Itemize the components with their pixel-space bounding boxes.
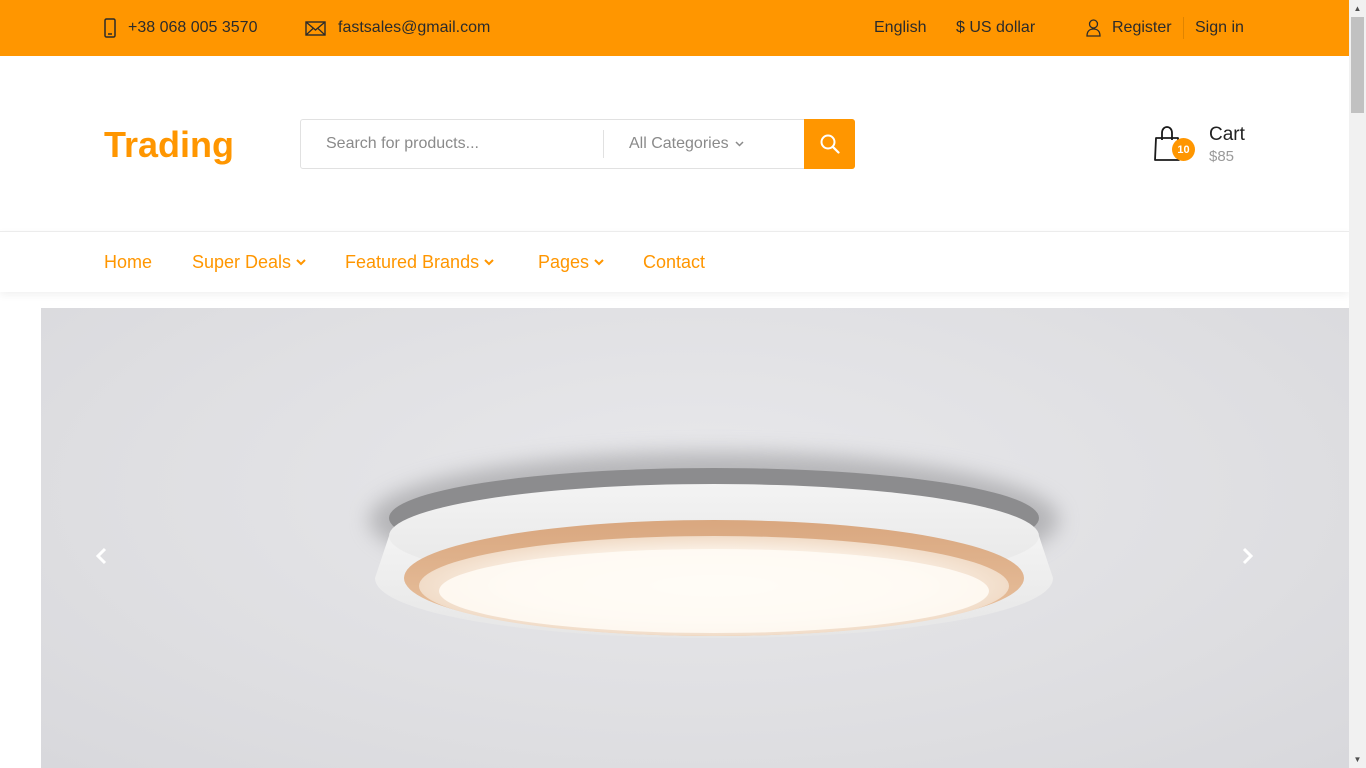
search-button[interactable] [804, 119, 855, 169]
currency-selector[interactable]: $ US dollar [956, 0, 1035, 56]
email-contact[interactable]: fastsales@gmail.com [305, 0, 490, 56]
language-selector[interactable]: English [874, 0, 926, 56]
top-bar: +38 068 005 3570 fastsales@gmail.com Eng… [0, 0, 1349, 56]
phone-number: +38 068 005 3570 [128, 19, 258, 36]
phone-contact[interactable]: +38 068 005 3570 [104, 0, 257, 56]
nav-item-label: Home [104, 251, 153, 272]
sign-in-link[interactable]: Sign in [1195, 0, 1244, 56]
slider-prev-button[interactable] [89, 544, 113, 568]
ceiling-lamp-photo [369, 452, 1059, 638]
nav-item-label: Super Deals [192, 251, 292, 272]
chevron-down-icon [296, 258, 306, 265]
nav-item-pages[interactable]: Pages [538, 232, 604, 292]
cart-widget[interactable]: 10 Cart $85 [1152, 122, 1247, 167]
register-link[interactable]: Register [1086, 0, 1172, 56]
nav-item-label: Pages [538, 251, 590, 272]
category-select-label: All Categories [629, 135, 729, 152]
search-bar: All Categories [300, 119, 855, 169]
scroll-down-arrow-icon[interactable]: ▼ [1349, 751, 1366, 768]
page-scrollbar[interactable]: ▲ ▼ [1349, 0, 1366, 768]
search-input[interactable] [301, 120, 603, 168]
hero-slider [41, 308, 1349, 768]
nav-item-home[interactable]: Home [104, 232, 152, 292]
nav-item-label: Contact [643, 251, 706, 272]
nav-item-contact[interactable]: Contact [643, 232, 705, 292]
category-select[interactable]: All Categories [604, 120, 804, 168]
nav-item-featured-brands[interactable]: Featured Brands [345, 232, 494, 292]
nav-item-label: Featured Brands [345, 251, 480, 272]
chevron-left-icon [95, 547, 107, 565]
register-label: Register [1112, 19, 1172, 36]
site-logo[interactable]: Trading [104, 124, 234, 166]
scrollbar-thumb[interactable] [1351, 17, 1364, 113]
cart-total: $85 [1209, 148, 1235, 165]
chevron-down-icon [484, 258, 494, 265]
chevron-down-icon [594, 258, 604, 265]
cart-label: Cart [1209, 124, 1245, 145]
cart-count-badge: 10 [1172, 138, 1195, 161]
scroll-up-arrow-icon[interactable]: ▲ [1349, 0, 1366, 17]
mobile-phone-icon [104, 18, 116, 38]
slider-next-button[interactable] [1236, 544, 1260, 568]
search-icon [820, 134, 840, 154]
envelope-icon [305, 20, 326, 36]
user-icon [1086, 19, 1101, 37]
topbar-divider [1183, 17, 1184, 39]
nav-item-super-deals[interactable]: Super Deals [192, 232, 306, 292]
email-address: fastsales@gmail.com [338, 19, 491, 36]
chevron-down-icon [735, 141, 744, 147]
main-navigation: Home Super Deals Featured Brands Pages C… [0, 231, 1349, 292]
chevron-right-icon [1242, 547, 1254, 565]
